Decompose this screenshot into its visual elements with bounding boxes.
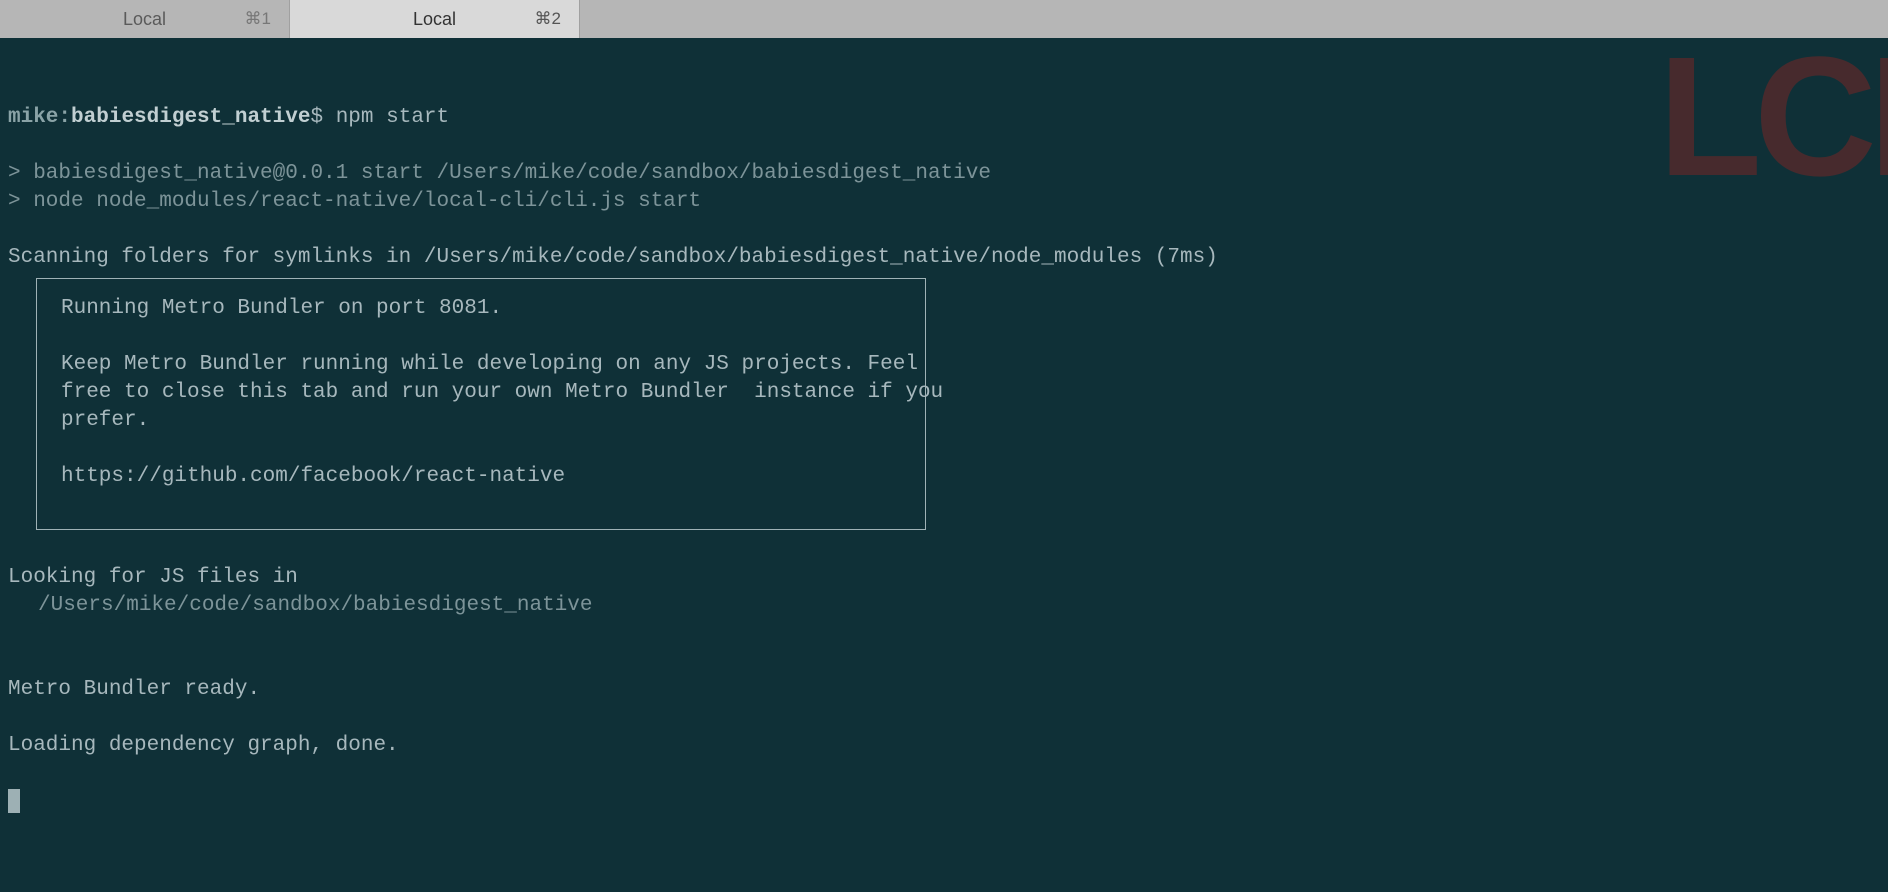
output-line: Scanning folders for symlinks in /Users/…	[8, 246, 1218, 269]
output-line: Metro Bundler ready.	[8, 678, 260, 701]
output-line: > node node_modules/react-native/local-c…	[8, 190, 701, 213]
output-line: Looking for JS files in	[8, 566, 298, 589]
tab-bar: Local ⌘1 Local ⌘2	[0, 0, 1888, 38]
box-line: free to close this tab and run your own …	[61, 381, 943, 404]
command-text: npm start	[336, 106, 449, 129]
output-line: Loading dependency graph, done.	[8, 734, 399, 757]
prompt-path: babiesdigest_native	[71, 106, 310, 129]
metro-info-box: Running Metro Bundler on port 8081. Keep…	[36, 278, 926, 530]
terminal-cursor	[8, 789, 20, 813]
output-line: > babiesdigest_native@0.0.1 start /Users…	[8, 162, 991, 185]
box-line: Running Metro Bundler on port 8081.	[61, 297, 502, 320]
box-line: prefer.	[61, 409, 149, 432]
box-line: Keep Metro Bundler running while develop…	[61, 353, 918, 376]
prompt-user: mike	[8, 106, 58, 129]
prompt-symbol: $	[310, 106, 323, 129]
tab-shortcut: ⌘2	[535, 9, 561, 29]
watermark-text: LCI	[1658, 103, 1888, 131]
terminal-area[interactable]: LCI mike:babiesdigest_native$ npm start …	[0, 38, 1888, 824]
prompt-sep: :	[58, 106, 71, 129]
tab-local-2[interactable]: Local ⌘2	[290, 0, 580, 38]
tab-bar-filler	[580, 0, 1888, 38]
output-path: /Users/mike/code/sandbox/babiesdigest_na…	[8, 592, 1880, 620]
box-line: https://github.com/facebook/react-native	[61, 465, 565, 488]
tab-shortcut: ⌘1	[245, 9, 271, 29]
tab-local-1[interactable]: Local ⌘1	[0, 0, 290, 38]
